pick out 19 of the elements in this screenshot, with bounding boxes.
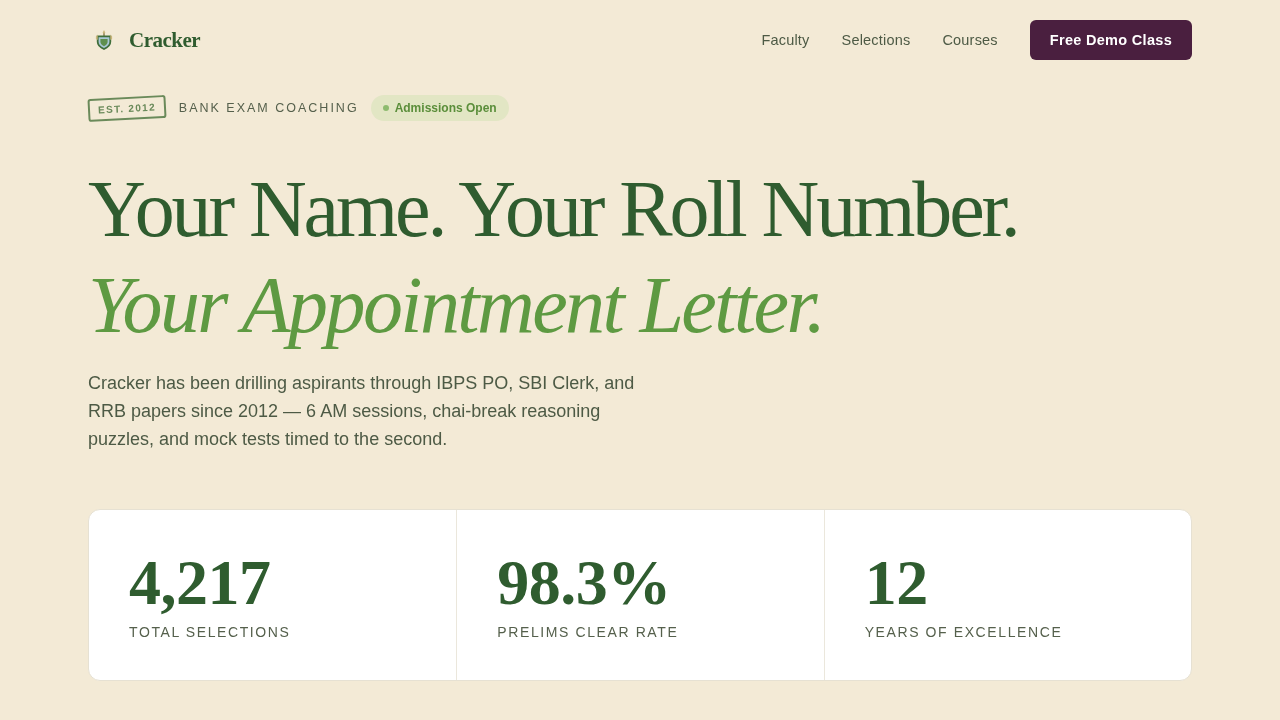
badge-text: Admissions Open: [394, 101, 497, 115]
shield-crest-icon: [95, 30, 113, 50]
hero-title: Your Name. Your Roll Number.: [88, 164, 1018, 255]
hero-subtitle: Your Appointment Letter.: [88, 260, 825, 351]
stat-label: PRELIMS CLEAR RATE: [497, 624, 679, 640]
nav-link[interactable]: Selections: [841, 32, 911, 48]
stat-value: 98.3%: [497, 548, 671, 618]
hero-description: Cracker has been drilling aspirants through IBPS PO, SBI Clerk, and RRB papers since 2012 — 6 AM sessions, chai-break reasoning puzzles, and mock tests timed to the second.: [88, 372, 636, 451]
demo-class-button[interactable]: Free Demo Class: [1029, 20, 1192, 60]
brand-name[interactable]: Cracker: [129, 27, 201, 53]
nav-link[interactable]: Faculty: [761, 32, 810, 48]
stat-value: 4,217: [129, 548, 271, 618]
established-stamp: EST. 2012: [87, 94, 167, 122]
category-label: BANK EXAM COACHING: [178, 101, 359, 115]
stat-label: TOTAL SELECTIONS: [129, 624, 291, 640]
nav-link[interactable]: Courses: [942, 32, 998, 48]
status-dot-icon: [382, 105, 389, 111]
stat-label: YEARS OF EXCELLENCE: [864, 624, 1063, 640]
stat-value: 12: [864, 548, 928, 618]
